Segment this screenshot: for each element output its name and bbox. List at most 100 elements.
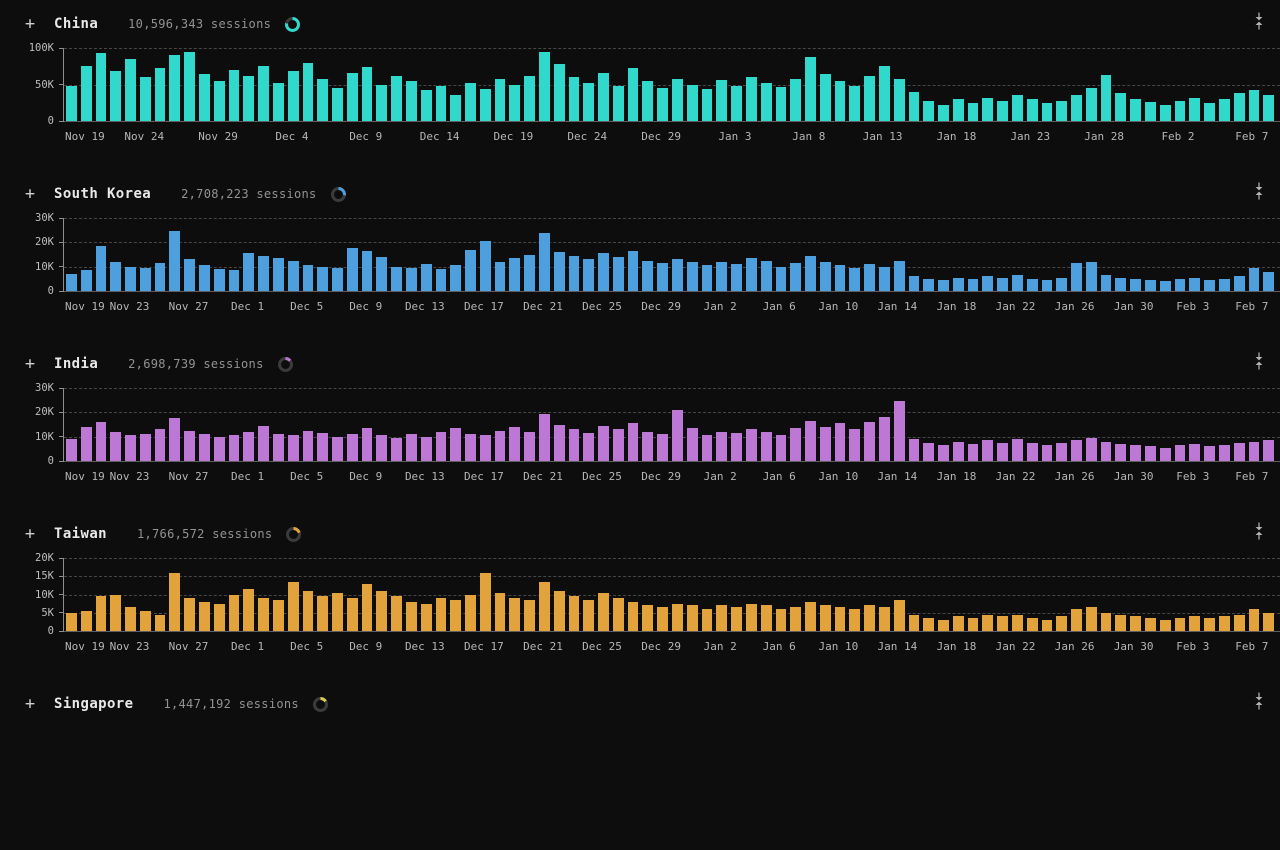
- bar[interactable]: [391, 76, 402, 121]
- bar[interactable]: [66, 86, 77, 121]
- bar[interactable]: [243, 76, 254, 121]
- bar[interactable]: [288, 261, 299, 291]
- bar[interactable]: [628, 68, 639, 121]
- bar[interactable]: [761, 605, 772, 631]
- bar[interactable]: [1175, 445, 1186, 461]
- bar[interactable]: [480, 89, 491, 121]
- bar[interactable]: [436, 86, 447, 121]
- bar[interactable]: [81, 270, 92, 291]
- bar[interactable]: [790, 263, 801, 291]
- bar[interactable]: [1130, 616, 1141, 631]
- bar[interactable]: [199, 74, 210, 121]
- bar[interactable]: [1219, 616, 1230, 631]
- bar[interactable]: [1189, 278, 1200, 291]
- bar[interactable]: [480, 435, 491, 461]
- bar[interactable]: [288, 435, 299, 461]
- bar[interactable]: [406, 434, 417, 461]
- bar[interactable]: [687, 85, 698, 122]
- bar[interactable]: [628, 602, 639, 631]
- bar[interactable]: [362, 251, 373, 291]
- bar[interactable]: [716, 432, 727, 461]
- bar[interactable]: [465, 434, 476, 461]
- bar[interactable]: [214, 269, 225, 291]
- bar[interactable]: [450, 95, 461, 121]
- bar[interactable]: [421, 604, 432, 631]
- bar[interactable]: [243, 432, 254, 461]
- bar[interactable]: [716, 80, 727, 121]
- bar[interactable]: [1115, 444, 1126, 461]
- bar[interactable]: [790, 428, 801, 461]
- bar[interactable]: [982, 440, 993, 461]
- bar[interactable]: [716, 605, 727, 631]
- bar[interactable]: [1012, 275, 1023, 291]
- bar[interactable]: [317, 267, 328, 291]
- collapse-vertical-icon[interactable]: [1252, 522, 1266, 540]
- bar[interactable]: [125, 607, 136, 631]
- bar[interactable]: [1175, 618, 1186, 631]
- bar[interactable]: [1234, 443, 1245, 461]
- bar[interactable]: [347, 598, 358, 631]
- bar[interactable]: [317, 79, 328, 121]
- bar[interactable]: [909, 439, 920, 461]
- bar[interactable]: [96, 246, 107, 291]
- expand-plus-button[interactable]: +: [22, 356, 38, 372]
- bar[interactable]: [805, 421, 816, 461]
- bar[interactable]: [155, 263, 166, 291]
- bar[interactable]: [1189, 444, 1200, 461]
- collapse-vertical-icon[interactable]: [1252, 692, 1266, 710]
- bar[interactable]: [1145, 102, 1156, 121]
- bar[interactable]: [687, 428, 698, 461]
- bar[interactable]: [1042, 103, 1053, 121]
- bar[interactable]: [820, 427, 831, 461]
- bar[interactable]: [1145, 280, 1156, 291]
- bar[interactable]: [982, 98, 993, 121]
- bar[interactable]: [997, 616, 1008, 631]
- bar[interactable]: [1219, 99, 1230, 121]
- bar[interactable]: [953, 278, 964, 291]
- bar[interactable]: [1115, 278, 1126, 291]
- bar[interactable]: [303, 591, 314, 631]
- bar[interactable]: [657, 88, 668, 121]
- bar[interactable]: [1263, 440, 1274, 461]
- bar[interactable]: [495, 79, 506, 121]
- bar[interactable]: [672, 410, 683, 461]
- bar[interactable]: [1101, 75, 1112, 121]
- bar[interactable]: [539, 414, 550, 461]
- bar[interactable]: [687, 605, 698, 631]
- bar[interactable]: [761, 83, 772, 121]
- bar[interactable]: [184, 598, 195, 631]
- bar[interactable]: [1160, 281, 1171, 291]
- bar[interactable]: [509, 427, 520, 461]
- bar[interactable]: [1175, 279, 1186, 291]
- bar[interactable]: [982, 276, 993, 291]
- bar[interactable]: [110, 432, 121, 461]
- bar[interactable]: [288, 71, 299, 121]
- bar[interactable]: [1249, 268, 1260, 291]
- bar[interactable]: [1130, 99, 1141, 121]
- bar[interactable]: [509, 258, 520, 291]
- bar[interactable]: [909, 92, 920, 121]
- bar[interactable]: [1027, 279, 1038, 291]
- bar[interactable]: [480, 573, 491, 631]
- bar[interactable]: [982, 615, 993, 631]
- bar[interactable]: [849, 429, 860, 461]
- bar[interactable]: [1115, 93, 1126, 121]
- expand-plus-button[interactable]: +: [22, 526, 38, 542]
- bar[interactable]: [96, 596, 107, 631]
- bar[interactable]: [81, 66, 92, 121]
- bar[interactable]: [273, 83, 284, 121]
- bar[interactable]: [642, 605, 653, 631]
- bar[interactable]: [436, 269, 447, 291]
- bar[interactable]: [347, 434, 358, 461]
- bar[interactable]: [1101, 275, 1112, 291]
- bar[interactable]: [539, 582, 550, 631]
- bar[interactable]: [450, 600, 461, 631]
- bar[interactable]: [243, 253, 254, 291]
- bar[interactable]: [746, 258, 757, 291]
- bar[interactable]: [465, 595, 476, 632]
- bar[interactable]: [835, 81, 846, 121]
- bar[interactable]: [1234, 276, 1245, 291]
- bar[interactable]: [1175, 101, 1186, 121]
- bar[interactable]: [1101, 613, 1112, 631]
- bar[interactable]: [258, 66, 269, 121]
